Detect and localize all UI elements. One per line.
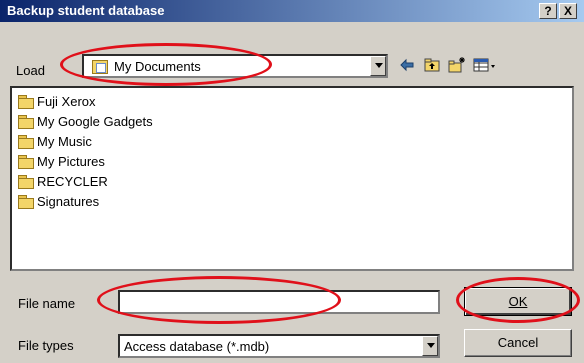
load-value: My Documents: [114, 59, 201, 74]
list-item[interactable]: Fuji Xerox: [18, 92, 96, 111]
list-item[interactable]: My Music: [18, 132, 92, 151]
file-types-dropdown-button[interactable]: [422, 336, 438, 356]
cancel-button[interactable]: Cancel: [464, 329, 572, 357]
new-folder-icon[interactable]: [448, 56, 466, 74]
folder-label: My Google Gadgets: [37, 114, 153, 129]
list-item[interactable]: My Google Gadgets: [18, 112, 153, 131]
folder-label: My Music: [37, 134, 92, 149]
folder-label: Fuji Xerox: [37, 94, 96, 109]
list-item[interactable]: My Pictures: [18, 152, 105, 171]
close-button[interactable]: X: [559, 3, 577, 19]
file-name-label: File name: [18, 296, 76, 311]
folder-label: My Pictures: [37, 154, 105, 169]
file-name-input[interactable]: [118, 290, 440, 314]
up-folder-icon[interactable]: [423, 56, 441, 74]
file-types-select[interactable]: Access database (*.mdb): [118, 334, 440, 358]
back-arrow-icon[interactable]: [398, 56, 416, 74]
load-label: Load: [16, 63, 45, 78]
folder-icon: [18, 195, 34, 209]
list-item[interactable]: RECYCLER: [18, 172, 108, 191]
load-value-wrap: My Documents: [92, 59, 201, 74]
folder-list[interactable]: Fuji Xerox My Google Gadgets My Music My…: [10, 86, 574, 271]
load-dropdown-button[interactable]: [370, 56, 386, 76]
ok-button[interactable]: OK: [464, 287, 572, 316]
load-location-combo[interactable]: My Documents: [82, 54, 388, 78]
file-types-value: Access database (*.mdb): [124, 339, 270, 354]
view-menu-icon[interactable]: [473, 56, 497, 74]
backup-dialog: Backup student database ? X Load My Docu…: [0, 0, 584, 363]
folder-label: RECYCLER: [37, 174, 108, 189]
window-title: Backup student database: [7, 3, 165, 18]
help-button[interactable]: ?: [539, 3, 557, 19]
file-types-label: File types: [18, 338, 74, 353]
folder-icon: [18, 115, 34, 129]
title-bar: Backup student database ? X: [0, 0, 584, 22]
ok-label: OK: [508, 294, 528, 309]
documents-folder-icon: [92, 59, 108, 74]
folder-icon: [18, 95, 34, 109]
pictures-folder-icon: [18, 155, 34, 169]
folder-icon: [18, 175, 34, 189]
music-folder-icon: [18, 135, 34, 149]
list-item[interactable]: Signatures: [18, 192, 99, 211]
folder-label: Signatures: [37, 194, 100, 209]
